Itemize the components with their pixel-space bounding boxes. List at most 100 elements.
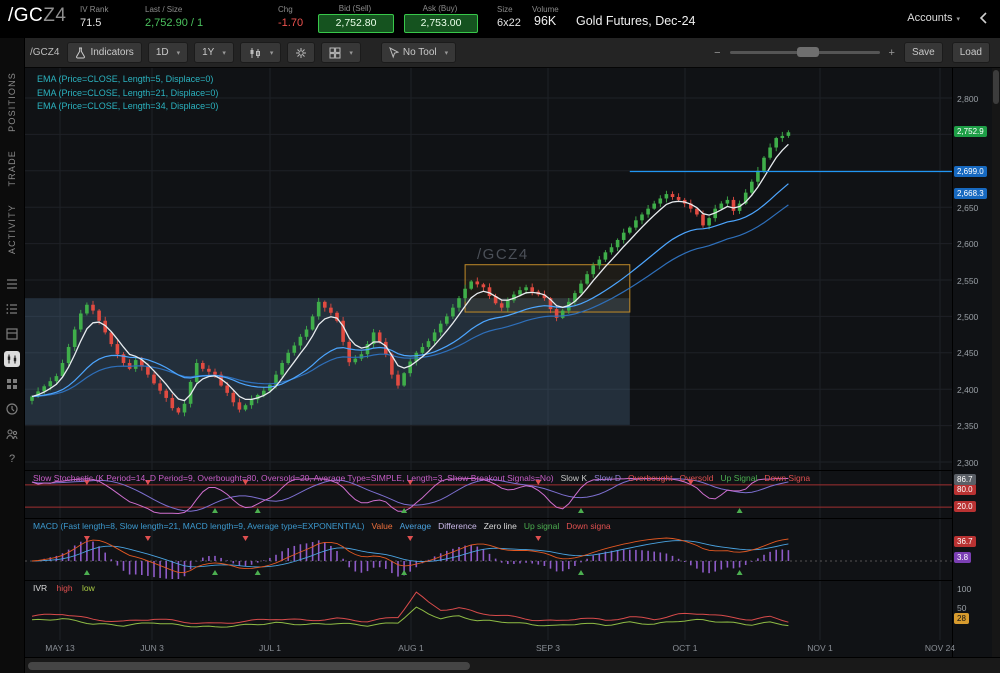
chevron-down-icon: ▾	[222, 49, 226, 57]
orders-icon[interactable]	[4, 326, 20, 342]
candlestick-icon	[250, 47, 260, 58]
history-icon[interactable]	[4, 401, 20, 417]
indicators-button[interactable]: Indicators	[67, 42, 142, 63]
chart-type-dropdown[interactable]: ▾	[239, 42, 282, 63]
sidebar-tab-activity[interactable]: ACTIVITY	[7, 204, 17, 254]
menu-icon[interactable]	[4, 276, 20, 292]
change-label: Chg	[278, 5, 293, 14]
chart-region: /GCZ4 EMA (Price=CLOSE, Length=5, Displa…	[25, 68, 1000, 673]
instrument-description: Gold Futures, Dec-24	[576, 14, 696, 28]
volume-value: 96K	[534, 14, 557, 28]
time-tick: MAY 13	[45, 643, 75, 653]
horizontal-scrollbar-thumb[interactable]	[28, 662, 470, 670]
zoom-in-button[interactable]: +	[889, 47, 895, 59]
help-icon[interactable]: ?	[4, 451, 20, 467]
accounts-menu[interactable]: Accounts ▾	[907, 12, 960, 24]
chevron-down-icon: ▾	[176, 49, 181, 57]
macd-label-row: MACD (Fast length=8, Slow length=21, MAC…	[33, 521, 625, 531]
drawing-tool-dropdown[interactable]: No Tool ▾	[380, 42, 457, 63]
macd-panel: MACD (Fast length=8, Slow length=21, MAC…	[25, 518, 952, 580]
ask-button[interactable]: 2,753.00	[404, 14, 478, 33]
time-axis: MAY 13 JUN 3 JUL 1 AUG 1 SEP 3 OCT 1 NOV 1 NOV …	[25, 640, 1000, 656]
change-value: -1.70	[278, 17, 304, 29]
chart-icon[interactable]	[4, 351, 20, 368]
load-button[interactable]: Load	[951, 42, 990, 63]
grid-view-icon[interactable]	[4, 376, 20, 392]
last-size-value: 2,752.90 / 1	[145, 17, 204, 29]
study-legend-item: Down signa	[566, 521, 611, 531]
social-icon[interactable]	[4, 426, 20, 442]
toolbar-symbol: /GCZ4	[30, 47, 60, 58]
layout-grid-icon	[329, 47, 341, 58]
iv-rank-label: IV Rank	[80, 5, 109, 14]
app-root: /GCZ4 IV Rank 71.5 Last / Size 2,752.90 …	[0, 0, 1000, 673]
size-label: Size	[497, 5, 513, 14]
save-button[interactable]: Save	[903, 42, 943, 63]
time-tick: JUN 3	[140, 643, 164, 653]
stochastic-title: Slow Stochastic (K Period=14, D Period=9…	[33, 473, 554, 483]
collapse-panel-icon[interactable]	[978, 11, 988, 30]
left-sidebar: POSITIONS TRADE ACTIVITY ?	[0, 38, 25, 673]
zoom-slider[interactable]	[729, 47, 880, 57]
size-stat: Size 6x22	[497, 5, 521, 29]
time-tick: AUG 1	[398, 643, 424, 653]
symbol-suffix: Z4	[43, 5, 67, 26]
zoom-slider-handle[interactable]	[797, 47, 820, 57]
bid-label: Bid (Sell)	[338, 4, 372, 13]
macd-diff-bubble: 3.8	[954, 552, 972, 563]
accounts-label: Accounts	[907, 12, 953, 24]
watchlist-icon[interactable]	[4, 301, 20, 317]
time-tick: JUL 1	[259, 643, 281, 653]
horizontal-scrollbar[interactable]	[25, 657, 1000, 673]
iv-rank-stat: IV Rank 71.5	[80, 5, 108, 29]
study-legend-item: Down Signa	[764, 473, 811, 483]
chevron-down-icon: ▾	[269, 49, 274, 57]
interval-value: 1D	[155, 47, 169, 58]
last-size-stat: Last / Size 2,752.90 / 1	[145, 5, 203, 29]
price-panel: /GCZ4 EMA (Price=CLOSE, Length=5, Displa…	[25, 68, 952, 470]
ivr-canvas[interactable]	[25, 581, 952, 640]
range-value: 1Y	[202, 47, 215, 58]
chevron-down-icon: ▾	[444, 49, 449, 57]
layout-dropdown[interactable]: ▾	[321, 42, 361, 63]
stoch-oversold-bubble: 20.0	[954, 501, 976, 512]
vertical-scrollbar-thumb[interactable]	[993, 70, 999, 104]
sidebar-icon-group: ?	[4, 276, 20, 467]
size-value: 6x22	[497, 17, 521, 29]
ema-legend-row: EMA (Price=CLOSE, Length=21, Displace=0)	[37, 87, 219, 98]
price-tick: 2,300	[957, 457, 979, 468]
chart-settings-button[interactable]	[287, 42, 316, 63]
gear-icon	[296, 47, 307, 58]
price-chart-canvas[interactable]	[25, 68, 952, 470]
price-axis[interactable]: 2,800 2,650 2,600 2,550 2,500 2,450 2,400 2,350…	[952, 68, 993, 657]
sidebar-tab-trade[interactable]: TRADE	[7, 150, 17, 187]
last-size-label: Last / Size	[145, 5, 183, 14]
flask-icon	[76, 47, 86, 58]
stoch-overbought-bubble: 80.0	[954, 484, 976, 495]
cursor-icon	[389, 46, 399, 59]
stoch-value-bubble: 86.7	[954, 474, 976, 485]
drawing-tool-value: No Tool	[402, 47, 437, 58]
zoom-out-button[interactable]: −	[714, 47, 720, 59]
ivr-low-label: low	[82, 583, 95, 593]
study-legend-item: Overbought	[628, 473, 673, 483]
study-legend-item: Slow D	[594, 473, 622, 483]
chart-watermark: /GCZ4	[477, 246, 529, 263]
price-tick: 2,650	[957, 202, 979, 213]
indicators-label: Indicators	[90, 47, 134, 58]
bid-button[interactable]: 2,752.80	[318, 14, 394, 33]
ivr-axis-tick: 100	[957, 584, 972, 594]
chart-toolbar: /GCZ4 Indicators 1D ▾ 1Y ▾ ▾ ▾ No Tool ▾ −…	[0, 38, 1000, 68]
ivr-panel: IVR high low	[25, 580, 952, 640]
price-tick: 2,800	[957, 93, 979, 104]
time-tick: SEP 3	[536, 643, 560, 653]
toolbar-right-group: − + Save Load	[714, 42, 990, 63]
interval-dropdown[interactable]: 1D ▾	[147, 42, 189, 63]
sidebar-tab-positions[interactable]: POSITIONS	[7, 72, 17, 132]
vertical-scrollbar[interactable]	[992, 68, 1000, 657]
price-tick: 2,500	[957, 311, 979, 322]
range-dropdown[interactable]: 1Y ▾	[194, 42, 234, 63]
volume-stat: Volume	[532, 5, 559, 14]
ivr-value-bubble: 28	[954, 613, 969, 624]
ema-legend-row: EMA (Price=CLOSE, Length=5, Displace=0)	[37, 74, 214, 84]
